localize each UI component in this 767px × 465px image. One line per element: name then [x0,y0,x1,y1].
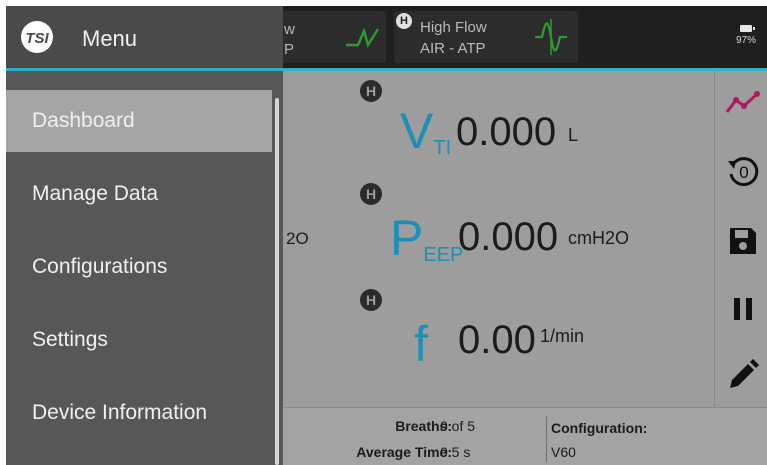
menu-item-configurations[interactable]: Configurations [6,236,272,298]
trend-chart-icon[interactable] [725,85,761,121]
menu-item-dashboard[interactable]: Dashboard [6,90,272,152]
reading-unit: 1/min [540,326,585,346]
reading-value: 0.000 [458,215,559,259]
reading-symbol: f [414,316,428,372]
edit-pencil-icon[interactable] [725,357,761,393]
mode-card-2-line2: AIR - ATP [420,40,486,57]
h-badge-small-icon: H [396,13,412,29]
svg-text:0: 0 [739,163,748,182]
rise-fall-waveform-icon [346,27,380,48]
reading-symbol: PEEP [390,210,464,266]
menu-header[interactable]: TSI Menu [6,6,283,68]
mode-card-1-line1: w [284,21,295,38]
reading-unit: cmH2O [568,228,630,248]
pause-icon[interactable] [725,291,761,327]
reading-unit: L [568,125,579,145]
average-time-value: 0.5 s [440,444,471,460]
reading-value: 0.000 [456,110,557,154]
h-badge-icon: H [360,183,382,205]
reading-peep[interactable]: H PEEP 0.000 cmH2O [284,181,714,281]
reading-value: 0.00 [458,318,536,362]
menu-item-manage-data[interactable]: Manage Data [6,163,272,225]
breaths-label: Breaths: [395,418,452,434]
battery-icon [740,25,755,32]
average-time-label: Average Time: [356,444,452,460]
tsi-logo-text: TSI [25,30,49,47]
side-menu: TSI Menu Dashboard Manage Data Configura… [6,6,283,465]
zero-reset-icon[interactable]: 0 [725,153,761,189]
reading-vti[interactable]: H VTI 0.000 L [284,78,714,178]
menu-item-device-information[interactable]: Device Information [6,382,272,444]
status-divider [546,416,547,462]
save-icon[interactable] [725,223,761,259]
mode-card-2[interactable]: H High Flow AIR - ATP [394,11,578,63]
menu-scrollbar[interactable] [275,98,279,465]
h-badge-icon: H [360,289,382,311]
device-screen: w P H High Flow AIR - ATP 97% 2O H VTI 0… [6,6,767,465]
configuration-value: V60 [551,444,576,460]
mode-card-2-line1: High Flow [420,19,487,36]
breaths-value: 0 of 5 [440,418,476,434]
menu-item-settings[interactable]: Settings [6,309,272,371]
sine-waveform-icon [535,19,567,55]
reading-symbol: VTI [400,103,452,159]
mode-card-1-line2: P [284,41,295,58]
configuration-label: Configuration: [551,420,648,436]
tsi-logo-icon: TSI [21,21,53,53]
h-badge-icon: H [360,80,382,102]
menu-header-accent-line [6,68,283,71]
battery-indicator: 97% [731,24,761,46]
battery-percent: 97% [735,35,756,46]
menu-title: Menu [82,26,138,51]
right-toolbar: 0 [714,71,767,407]
reading-f[interactable]: H f 0.00 1/min [284,287,714,387]
